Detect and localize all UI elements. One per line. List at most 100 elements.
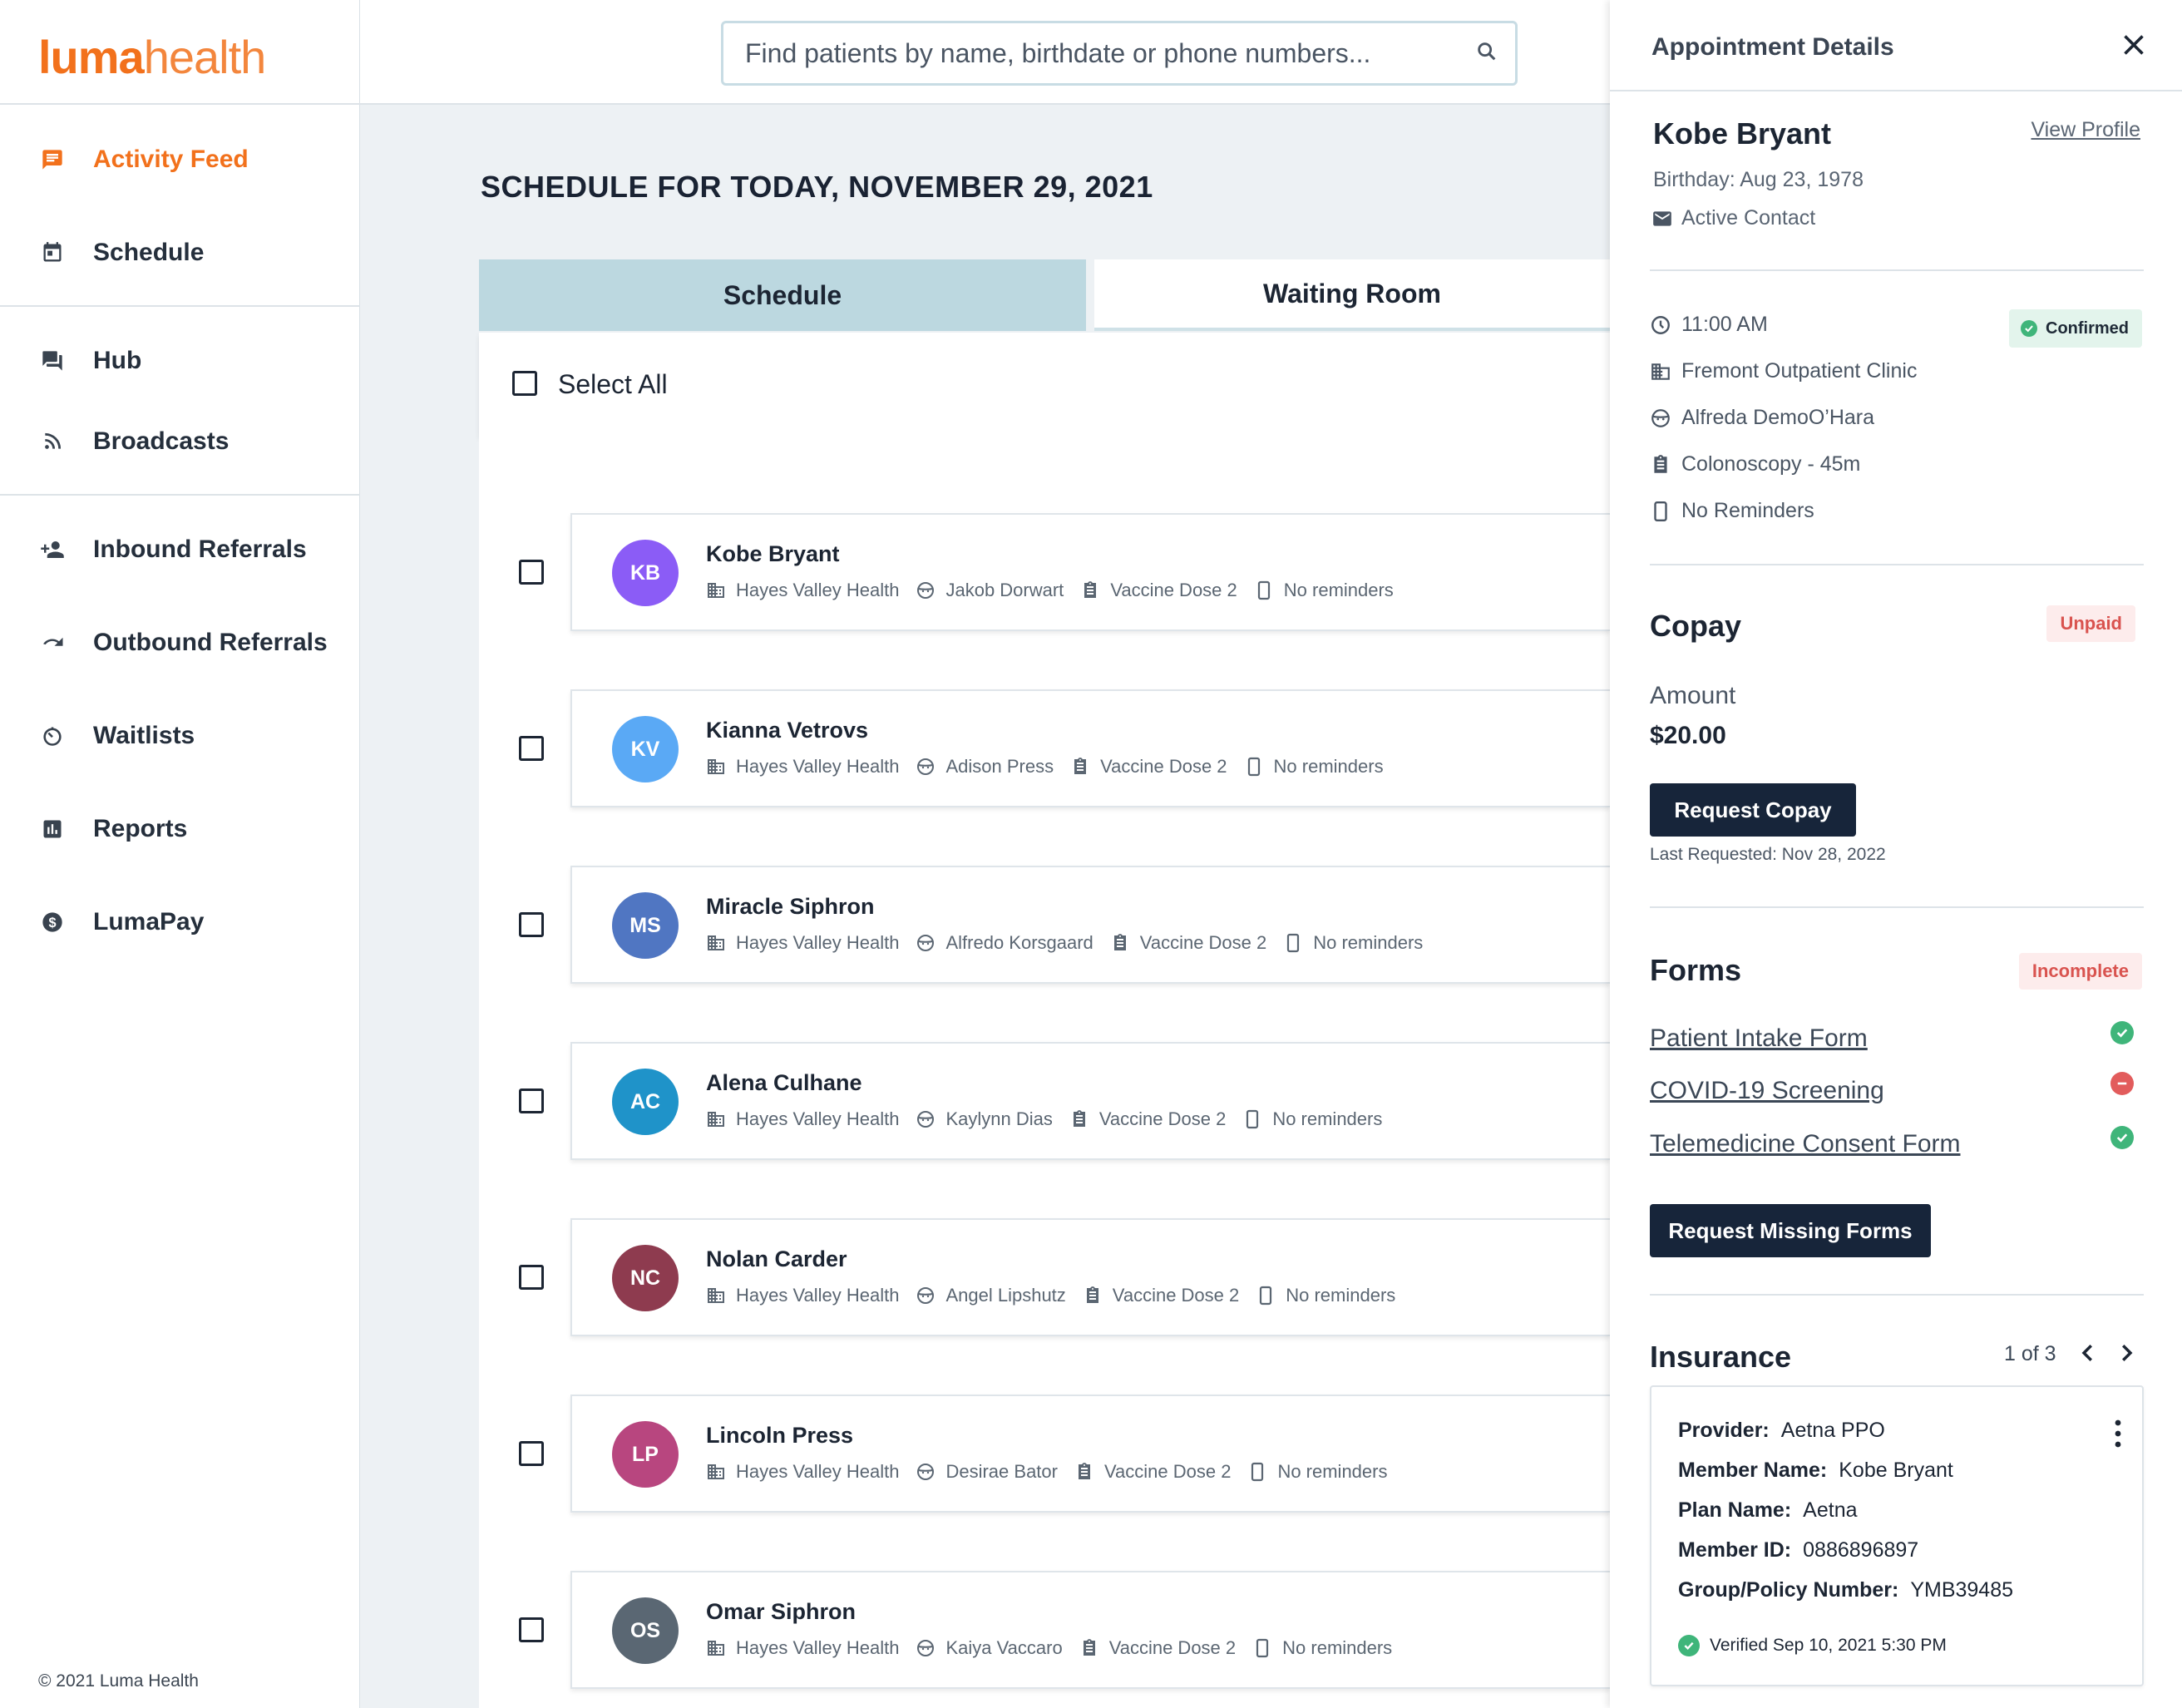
- appointment-card[interactable]: MS Miracle Siphron Hayes Valley Health A…: [519, 866, 1610, 984]
- sidebar-item-broadcasts[interactable]: Broadcasts: [0, 408, 360, 475]
- logo-text-bold: luma: [38, 31, 145, 83]
- select-all-label: Select All: [558, 369, 668, 399]
- clock-icon: [1651, 315, 1670, 334]
- provider-face-icon: [1651, 408, 1670, 427]
- search-icon[interactable]: [1475, 40, 1500, 65]
- sidebar-item-lumapay[interactable]: $ LumaPay: [0, 889, 360, 955]
- appointment-clinic: Fremont Outpatient Clinic: [1650, 359, 1917, 383]
- appointment-card[interactable]: KV Kianna Vetrovs Hayes Valley Health Ad…: [519, 689, 1610, 807]
- meta-location: Hayes Valley Health: [706, 1108, 899, 1130]
- building-icon: [708, 759, 724, 774]
- location-text: Hayes Valley Health: [736, 1285, 900, 1306]
- meta-provider: Angel Lipshutz: [916, 1285, 1066, 1306]
- check-circle-icon: [2110, 1126, 2134, 1149]
- appointment-checkbox[interactable]: [519, 736, 544, 761]
- forms-status-badge: Incomplete: [2018, 953, 2142, 990]
- patient-name: Omar Siphron: [706, 1599, 857, 1624]
- close-icon[interactable]: [2119, 30, 2149, 60]
- forms-title: Forms: [1650, 953, 1742, 987]
- bar-chart-icon: [40, 817, 65, 842]
- appointment-checkbox[interactable]: [519, 560, 544, 585]
- time-text: 11:00 AM: [1681, 313, 1768, 336]
- tab-schedule[interactable]: Schedule: [479, 259, 1086, 331]
- sidebar-item-hub[interactable]: Hub: [0, 328, 360, 394]
- appointment-card[interactable]: KB Kobe Bryant Hayes Valley Health Jakob…: [519, 513, 1610, 631]
- amount-value: $20.00: [1650, 722, 1726, 749]
- sidebar-item-activity-feed[interactable]: Activity Feed: [0, 126, 360, 193]
- provider-text: Adison Press: [945, 756, 1054, 777]
- chevron-right-icon[interactable]: [2114, 1340, 2139, 1365]
- meta-type: Vaccine Dose 2: [1079, 1637, 1236, 1659]
- sidebar-item-reports[interactable]: Reports: [0, 796, 360, 862]
- last-requested: Last Requested: Nov 28, 2022: [1650, 845, 1886, 864]
- search-input[interactable]: [745, 35, 1460, 72]
- location-text: Hayes Valley Health: [736, 1461, 900, 1482]
- avatar: OS: [612, 1597, 679, 1664]
- appointment-card[interactable]: OS Omar Siphron Hayes Valley Health Kaiy…: [519, 1571, 1610, 1689]
- location-text: Hayes Valley Health: [736, 756, 900, 777]
- building-icon: [708, 1112, 724, 1127]
- copay-title: Copay: [1650, 609, 1742, 643]
- meta-location: Hayes Valley Health: [706, 1461, 899, 1483]
- meta-reminders: No reminders: [1252, 1637, 1392, 1659]
- meta-reminders: No reminders: [1247, 1461, 1387, 1483]
- meta-type: Vaccine Dose 2: [1070, 756, 1227, 777]
- provider-face-icon: [917, 1287, 935, 1304]
- procedure-text: Colonoscopy - 45m: [1681, 452, 1861, 476]
- patient-name: Kianna Vetrovs: [706, 718, 869, 743]
- building-icon: [708, 1464, 724, 1479]
- sidebar-item-schedule[interactable]: Schedule: [0, 220, 360, 286]
- sidebar-item-waitlists[interactable]: Waitlists: [0, 703, 360, 769]
- meta-type: Vaccine Dose 2: [1110, 932, 1266, 954]
- more-vertical-icon[interactable]: [2112, 1419, 2124, 1449]
- sidebar-item-label: Inbound Referrals: [93, 536, 307, 563]
- field-label: Group/Policy Number:: [1678, 1578, 1899, 1602]
- insurance-member-name-row: Member Name: Kobe Bryant: [1678, 1459, 1953, 1483]
- amount-label: Amount: [1650, 682, 1736, 709]
- field-label: Member ID:: [1678, 1538, 1792, 1562]
- view-profile-link[interactable]: View Profile: [2031, 118, 2140, 142]
- appointment-checkbox[interactable]: [519, 912, 544, 937]
- appointment-meta: Hayes Valley Health Angel Lipshutz Vacci…: [706, 1285, 1412, 1306]
- calendar-icon: [40, 240, 65, 265]
- request-missing-forms-button[interactable]: Request Missing Forms: [1650, 1204, 1931, 1257]
- sidebar-item-label: Waitlists: [93, 722, 195, 749]
- forum-icon: [40, 348, 65, 373]
- sidebar-item-outbound-referrals[interactable]: Outbound Referrals: [0, 610, 360, 676]
- appointment-meta: Hayes Valley Health Desirae Bator Vaccin…: [706, 1461, 1404, 1483]
- clipboard-icon: [1084, 581, 1097, 598]
- reminders-text: No reminders: [1273, 756, 1384, 777]
- request-copay-button[interactable]: Request Copay: [1650, 783, 1856, 837]
- insurance-provider-row: Provider: Aetna PPO: [1678, 1419, 1885, 1443]
- appointment-card[interactable]: LP Lincoln Press Hayes Valley Health Des…: [519, 1395, 1610, 1513]
- luma-health-logo[interactable]: lumahealth: [38, 30, 266, 84]
- appointment-meta: Hayes Valley Health Alfredo Korsgaard Va…: [706, 932, 1439, 954]
- sidebar: lumahealth Activity Feed Schedule Hub Br…: [0, 0, 360, 1708]
- insurance-group-row: Group/Policy Number: YMB39485: [1678, 1578, 2013, 1602]
- rss-icon: [40, 429, 65, 454]
- form-link-covid-screening[interactable]: COVID-19 Screening: [1650, 1077, 1884, 1105]
- appointment-checkbox[interactable]: [519, 1265, 544, 1290]
- avatar: LP: [612, 1421, 679, 1488]
- schedule-main: SCHEDULE FOR TODAY, NOVEMBER 29, 2021 Sc…: [360, 106, 1610, 1708]
- meta-provider: Desirae Bator: [916, 1461, 1058, 1483]
- appointment-checkbox[interactable]: [519, 1088, 544, 1113]
- copay-status-badge: Unpaid: [2046, 605, 2135, 642]
- form-link-telemedicine-consent[interactable]: Telemedicine Consent Form: [1650, 1130, 1961, 1158]
- sidebar-item-inbound-referrals[interactable]: Inbound Referrals: [0, 516, 360, 583]
- chat-icon: [40, 147, 65, 172]
- appointment-card[interactable]: NC Nolan Carder Hayes Valley Health Ange…: [519, 1218, 1610, 1336]
- avatar: AC: [612, 1069, 679, 1135]
- chevron-left-icon[interactable]: [2076, 1340, 2101, 1365]
- meta-location: Hayes Valley Health: [706, 580, 899, 601]
- select-all-checkbox[interactable]: [512, 371, 537, 396]
- patient-name: Alena Culhane: [706, 1070, 862, 1095]
- form-link-patient-intake[interactable]: Patient Intake Form: [1650, 1024, 1868, 1053]
- patient-name: Nolan Carder: [706, 1246, 847, 1271]
- appointment-card[interactable]: AC Alena Culhane Hayes Valley Health Kay…: [519, 1042, 1610, 1160]
- building-icon: [1651, 363, 1670, 380]
- tab-waiting-room[interactable]: Waiting Room: [1094, 259, 1610, 331]
- appointment-checkbox[interactable]: [519, 1617, 544, 1642]
- appointment-procedure: Colonoscopy - 45m: [1650, 452, 1860, 476]
- appointment-checkbox[interactable]: [519, 1441, 544, 1466]
